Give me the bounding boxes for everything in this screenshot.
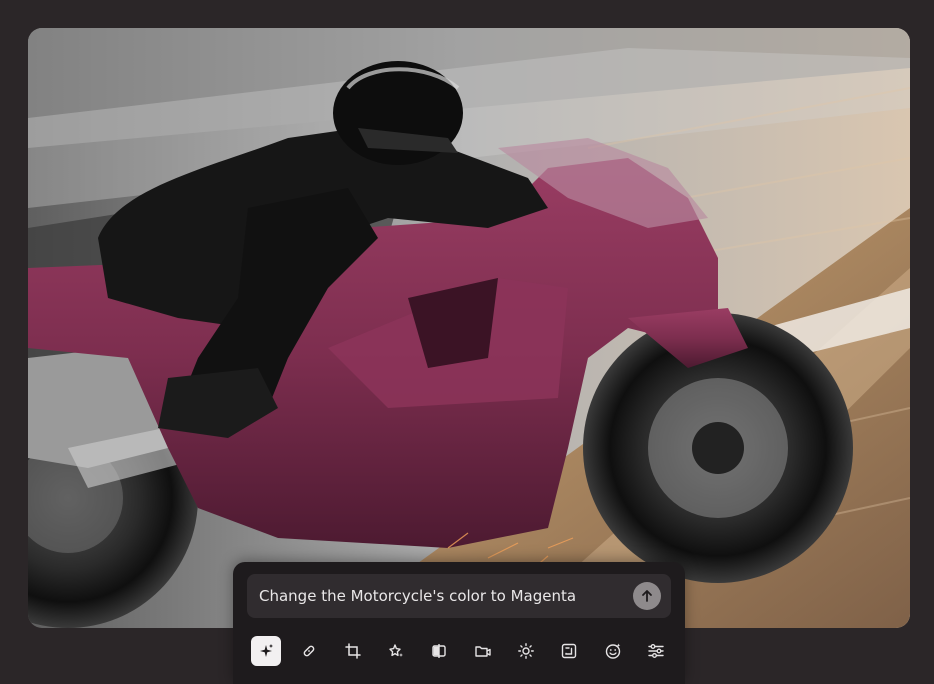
send-button[interactable] — [633, 582, 661, 610]
face-smile-icon — [605, 643, 620, 659]
magic-star-icon — [389, 644, 403, 657]
crop-icon — [344, 643, 361, 659]
tool-heal-button[interactable] — [294, 636, 324, 666]
photo-canvas[interactable] — [28, 28, 910, 628]
brightness-sun-icon — [518, 643, 534, 659]
sliders-adjust-icon — [648, 644, 664, 658]
prompt-input[interactable]: Change the Motorcycle's color to Magenta — [247, 574, 671, 618]
edit-toolbar — [251, 636, 671, 666]
tool-compare-button[interactable] — [424, 636, 454, 666]
arrow-up-icon — [642, 590, 652, 602]
sparkles-ai-icon — [260, 644, 273, 657]
tool-magic-button[interactable] — [381, 636, 411, 666]
compare-split-icon — [432, 644, 447, 658]
tool-light-button[interactable] — [511, 636, 541, 666]
ai-prompt-panel: Change the Motorcycle's color to Magenta — [233, 562, 685, 684]
tool-crop-button[interactable] — [338, 636, 368, 666]
tool-resize-button[interactable] — [554, 636, 584, 666]
tool-media-button[interactable] — [468, 636, 498, 666]
tool-ai-generate-button[interactable] — [251, 636, 281, 666]
prompt-text[interactable]: Change the Motorcycle's color to Magenta — [259, 587, 633, 605]
bandage-heal-icon — [303, 645, 315, 657]
motorcycle-photo — [28, 28, 910, 628]
tool-adjust-button[interactable] — [641, 636, 671, 666]
folder-video-icon — [474, 646, 491, 657]
tool-face-button[interactable] — [598, 636, 628, 666]
resize-frame-icon — [562, 643, 577, 659]
